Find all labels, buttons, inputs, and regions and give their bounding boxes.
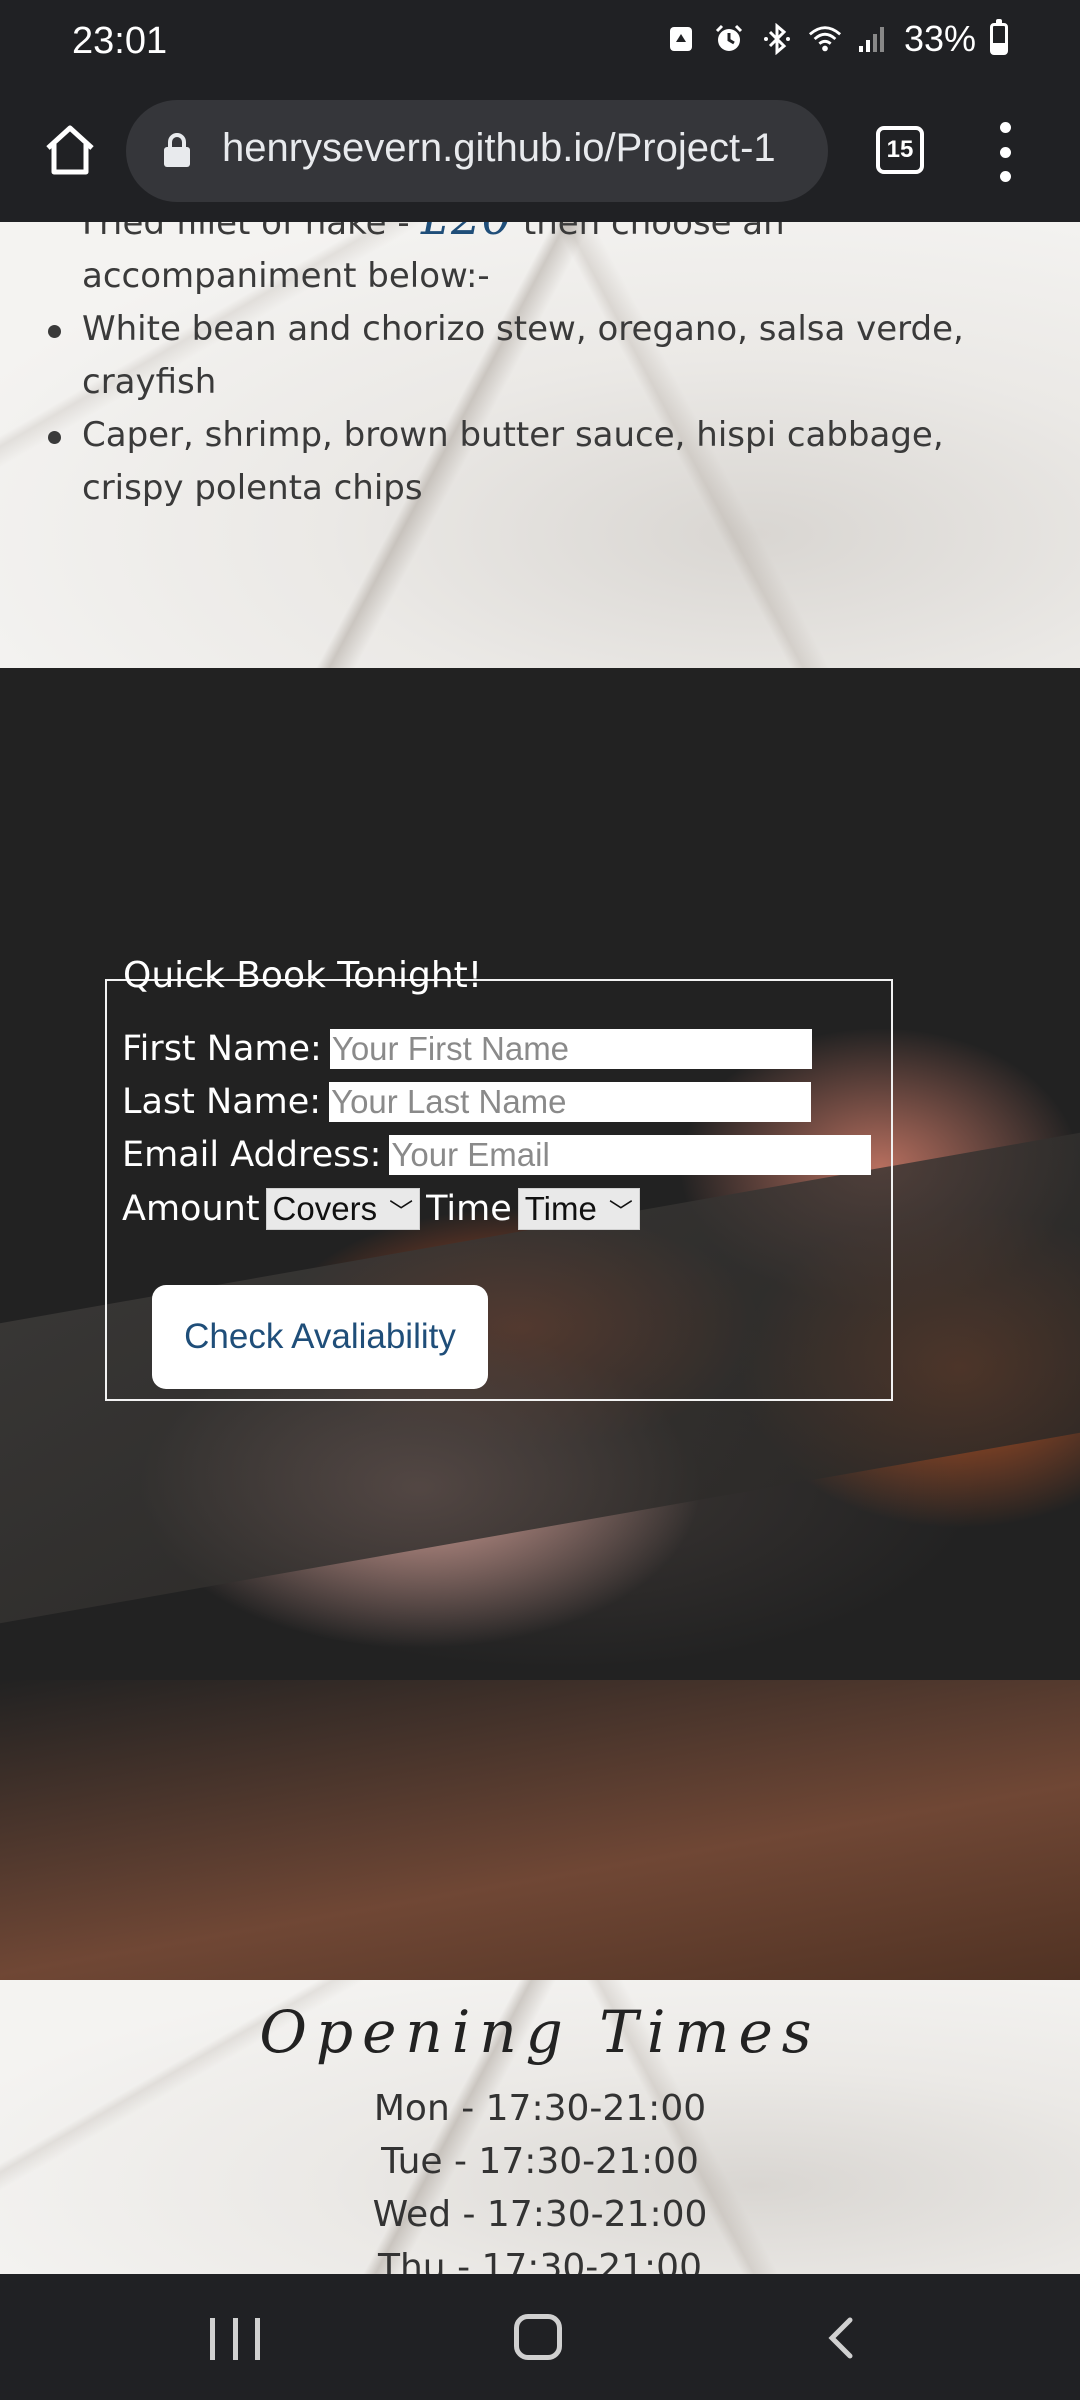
covers-select[interactable]: Covers ﹀	[265, 1188, 421, 1230]
menu-intro-prefix: Fried fillet of hake -	[82, 222, 421, 243]
recent-apps-icon	[232, 2318, 238, 2360]
email-input[interactable]	[389, 1135, 872, 1175]
opening-times-title: Opening Times	[259, 1998, 821, 2066]
battery-percent: 33%	[903, 18, 976, 59]
check-availability-button[interactable]: Check Avaliability	[152, 1285, 488, 1389]
clock: 23:01	[72, 20, 168, 62]
time-select[interactable]: Time ﹀	[517, 1188, 640, 1230]
menu-item-intro: Fried fillet of hake - £20 then choose a…	[82, 222, 1022, 303]
system-nav-bar	[0, 2274, 1080, 2400]
list-item: Caper, shrimp, brown butter sauce, hispi…	[48, 409, 1022, 515]
home-button[interactable]	[36, 116, 104, 184]
recycle-icon	[664, 22, 698, 56]
home-icon	[46, 125, 94, 175]
first-name-input[interactable]	[329, 1029, 812, 1069]
status-bar: 23:01 33%	[0, 0, 1080, 88]
list-item: Wed - 17:30-21:00	[372, 2194, 708, 2235]
status-icons: 33%	[664, 18, 1008, 60]
email-row: Email Address:	[122, 1135, 872, 1175]
recent-apps-button[interactable]	[210, 2318, 260, 2360]
accompaniment-list: White bean and chorizo stew, oregano, sa…	[48, 303, 1022, 515]
battery-fill	[993, 43, 1005, 52]
signal-icon	[856, 22, 890, 56]
opening-times-list: Mon - 17:30-21:00 Tue - 17:30-21:00 Wed …	[0, 2082, 1080, 2274]
amount-time-row: Amount Covers ﹀ Time Time ﹀	[122, 1188, 646, 1230]
alarm-icon	[712, 22, 746, 56]
tab-switcher-button[interactable]: 15	[876, 126, 924, 174]
menu-item-description: Fried fillet of hake - £20 then choose a…	[48, 222, 1022, 515]
wifi-icon	[808, 22, 842, 56]
quick-book-form: Quick Book Tonight! First Name: Last Nam…	[105, 955, 893, 1401]
lock-icon	[164, 133, 190, 167]
more-menu-dot	[999, 171, 1011, 182]
menu-section: Fried fillet of hake - £20 then choose a…	[0, 222, 1080, 668]
first-name-label: First Name:	[122, 1029, 322, 1069]
amount-label: Amount	[122, 1189, 260, 1229]
wood-table-shape	[0, 1680, 1080, 1980]
form-legend: Quick Book Tonight!	[123, 955, 483, 996]
nav-home-button[interactable]	[514, 2314, 562, 2360]
covers-selected-value: Covers	[272, 1190, 378, 1227]
email-label: Email Address:	[122, 1135, 382, 1175]
chevron-down-icon: ﹀	[389, 1198, 414, 1226]
opening-times-section: Opening Times Mon - 17:30-21:00 Tue - 17…	[0, 1980, 1080, 2274]
url-text: henrysevern.github.io/Project-1	[222, 126, 776, 170]
browser-toolbar: henrysevern.github.io/Project-1 15	[0, 88, 1080, 224]
back-icon[interactable]	[826, 2316, 854, 2360]
address-bar[interactable]: henrysevern.github.io/Project-1	[126, 100, 828, 202]
time-label: Time	[426, 1189, 512, 1229]
chevron-down-icon: ﹀	[608, 1198, 633, 1226]
last-name-row: Last Name:	[122, 1082, 812, 1122]
list-item: Mon - 17:30-21:00	[373, 2088, 707, 2129]
recent-apps-icon	[255, 2318, 260, 2360]
more-menu-dot	[999, 146, 1011, 158]
list-item: Tue - 17:30-21:00	[381, 2141, 699, 2182]
list-item: Thu - 17:30-21:00	[378, 2247, 702, 2274]
last-name-input[interactable]	[329, 1082, 812, 1122]
price: £20	[420, 222, 512, 246]
time-selected-value: Time	[524, 1190, 597, 1227]
more-menu-dot	[999, 122, 1011, 133]
battery-icon	[990, 19, 1008, 55]
list-item: White bean and chorizo stew, oregano, sa…	[48, 303, 1022, 409]
first-name-row: First Name:	[122, 1029, 812, 1069]
bluetooth-icon	[760, 22, 794, 56]
last-name-label: Last Name:	[122, 1082, 322, 1122]
more-menu-button[interactable]	[990, 122, 1020, 182]
recent-apps-icon	[210, 2318, 215, 2360]
